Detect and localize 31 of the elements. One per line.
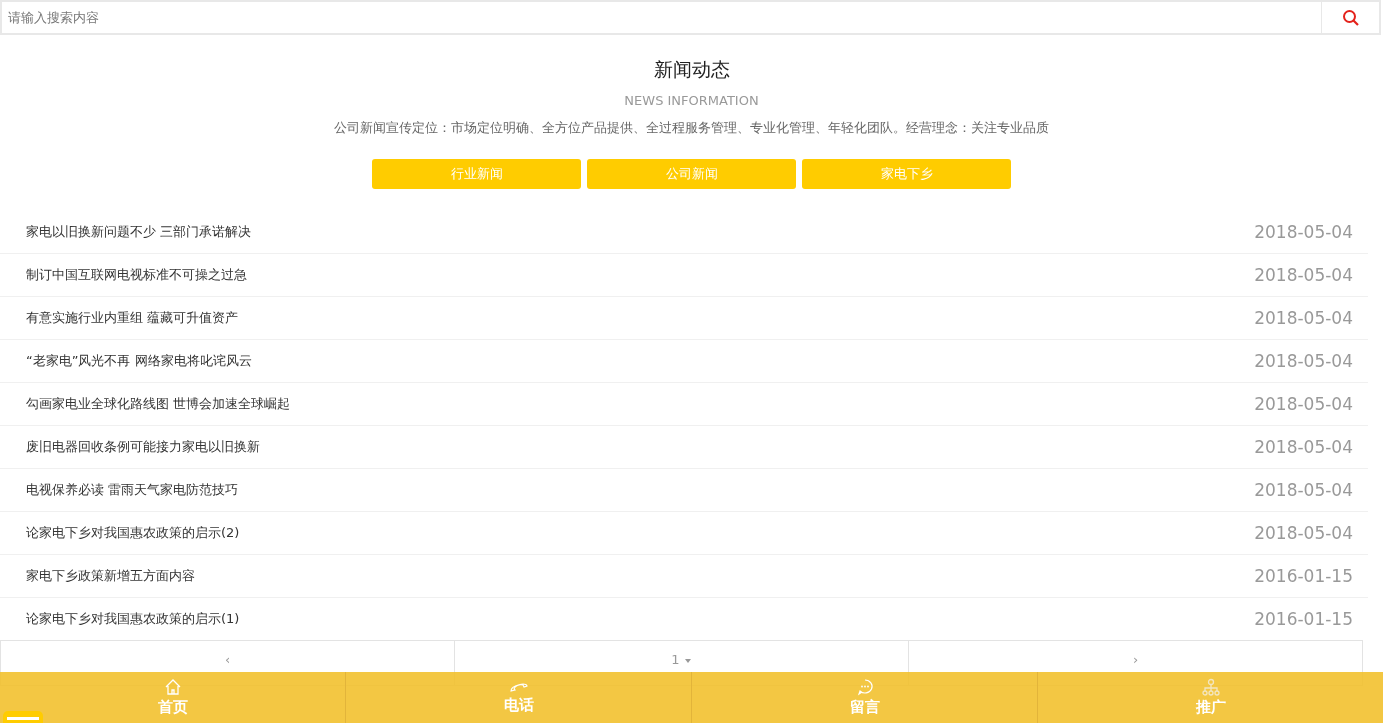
search-button[interactable] (1321, 0, 1381, 35)
network-icon (1200, 678, 1221, 696)
news-title-link[interactable]: 家电以旧换新问题不少 三部门承诺解决 (26, 223, 252, 241)
news-date: 2018-05-04 (1254, 394, 1353, 414)
section-description: 公司新闻宣传定位：市场定位明确、全方位产品提供、全过程服务管理、专业化管理、年轻化团队。经营理念：关注专业品质 (334, 120, 1049, 137)
news-title-link[interactable]: 制订中国互联网电视标准不可操之过急 (26, 266, 247, 284)
news-date: 2016-01-15 (1254, 609, 1353, 629)
section-subtitle: NEWS INFORMATION (624, 93, 759, 108)
news-title-link[interactable]: 家电下乡政策新增五方面内容 (26, 567, 195, 585)
news-date: 2016-01-15 (1254, 566, 1353, 586)
menu-toggle-button[interactable] (3, 711, 43, 723)
news-title-link[interactable]: 废旧电器回收条例可能接力家电以旧换新 (26, 438, 260, 456)
news-title-link[interactable]: 论家电下乡对我国惠农政策的启示(2) (26, 524, 240, 542)
news-title-link[interactable]: 有意实施行业内重组 蕴藏可升值资产 (26, 309, 239, 327)
news-date: 2018-05-04 (1254, 351, 1353, 371)
news-date: 2018-05-04 (1254, 437, 1353, 457)
search-field[interactable]: 请输入搜索内容 (0, 0, 1321, 35)
news-title-link[interactable]: 电视保养必读 雷雨天气家电防范技巧 (26, 481, 239, 499)
home-icon (163, 678, 182, 696)
dropdown-caret-icon (683, 658, 692, 664)
news-title-link[interactable]: 勾画家电业全球化路线图 世博会加速全球崛起 (26, 395, 291, 413)
section-title: 新闻动态 (653, 57, 730, 82)
news-date: 2018-05-04 (1254, 265, 1353, 285)
news-date: 2018-05-04 (1254, 480, 1353, 500)
search-icon (1341, 8, 1360, 27)
news-date: 2018-05-04 (1254, 222, 1353, 242)
news-title-link[interactable]: 论家电下乡对我国惠农政策的启示(1) (26, 610, 240, 628)
news-date: 2018-05-04 (1254, 308, 1353, 328)
news-title-link[interactable]: “老家电”风光不再 网络家电将叱诧风云 (26, 352, 252, 370)
chat-bubble-icon (855, 678, 874, 696)
news-date: 2018-05-04 (1254, 523, 1353, 543)
